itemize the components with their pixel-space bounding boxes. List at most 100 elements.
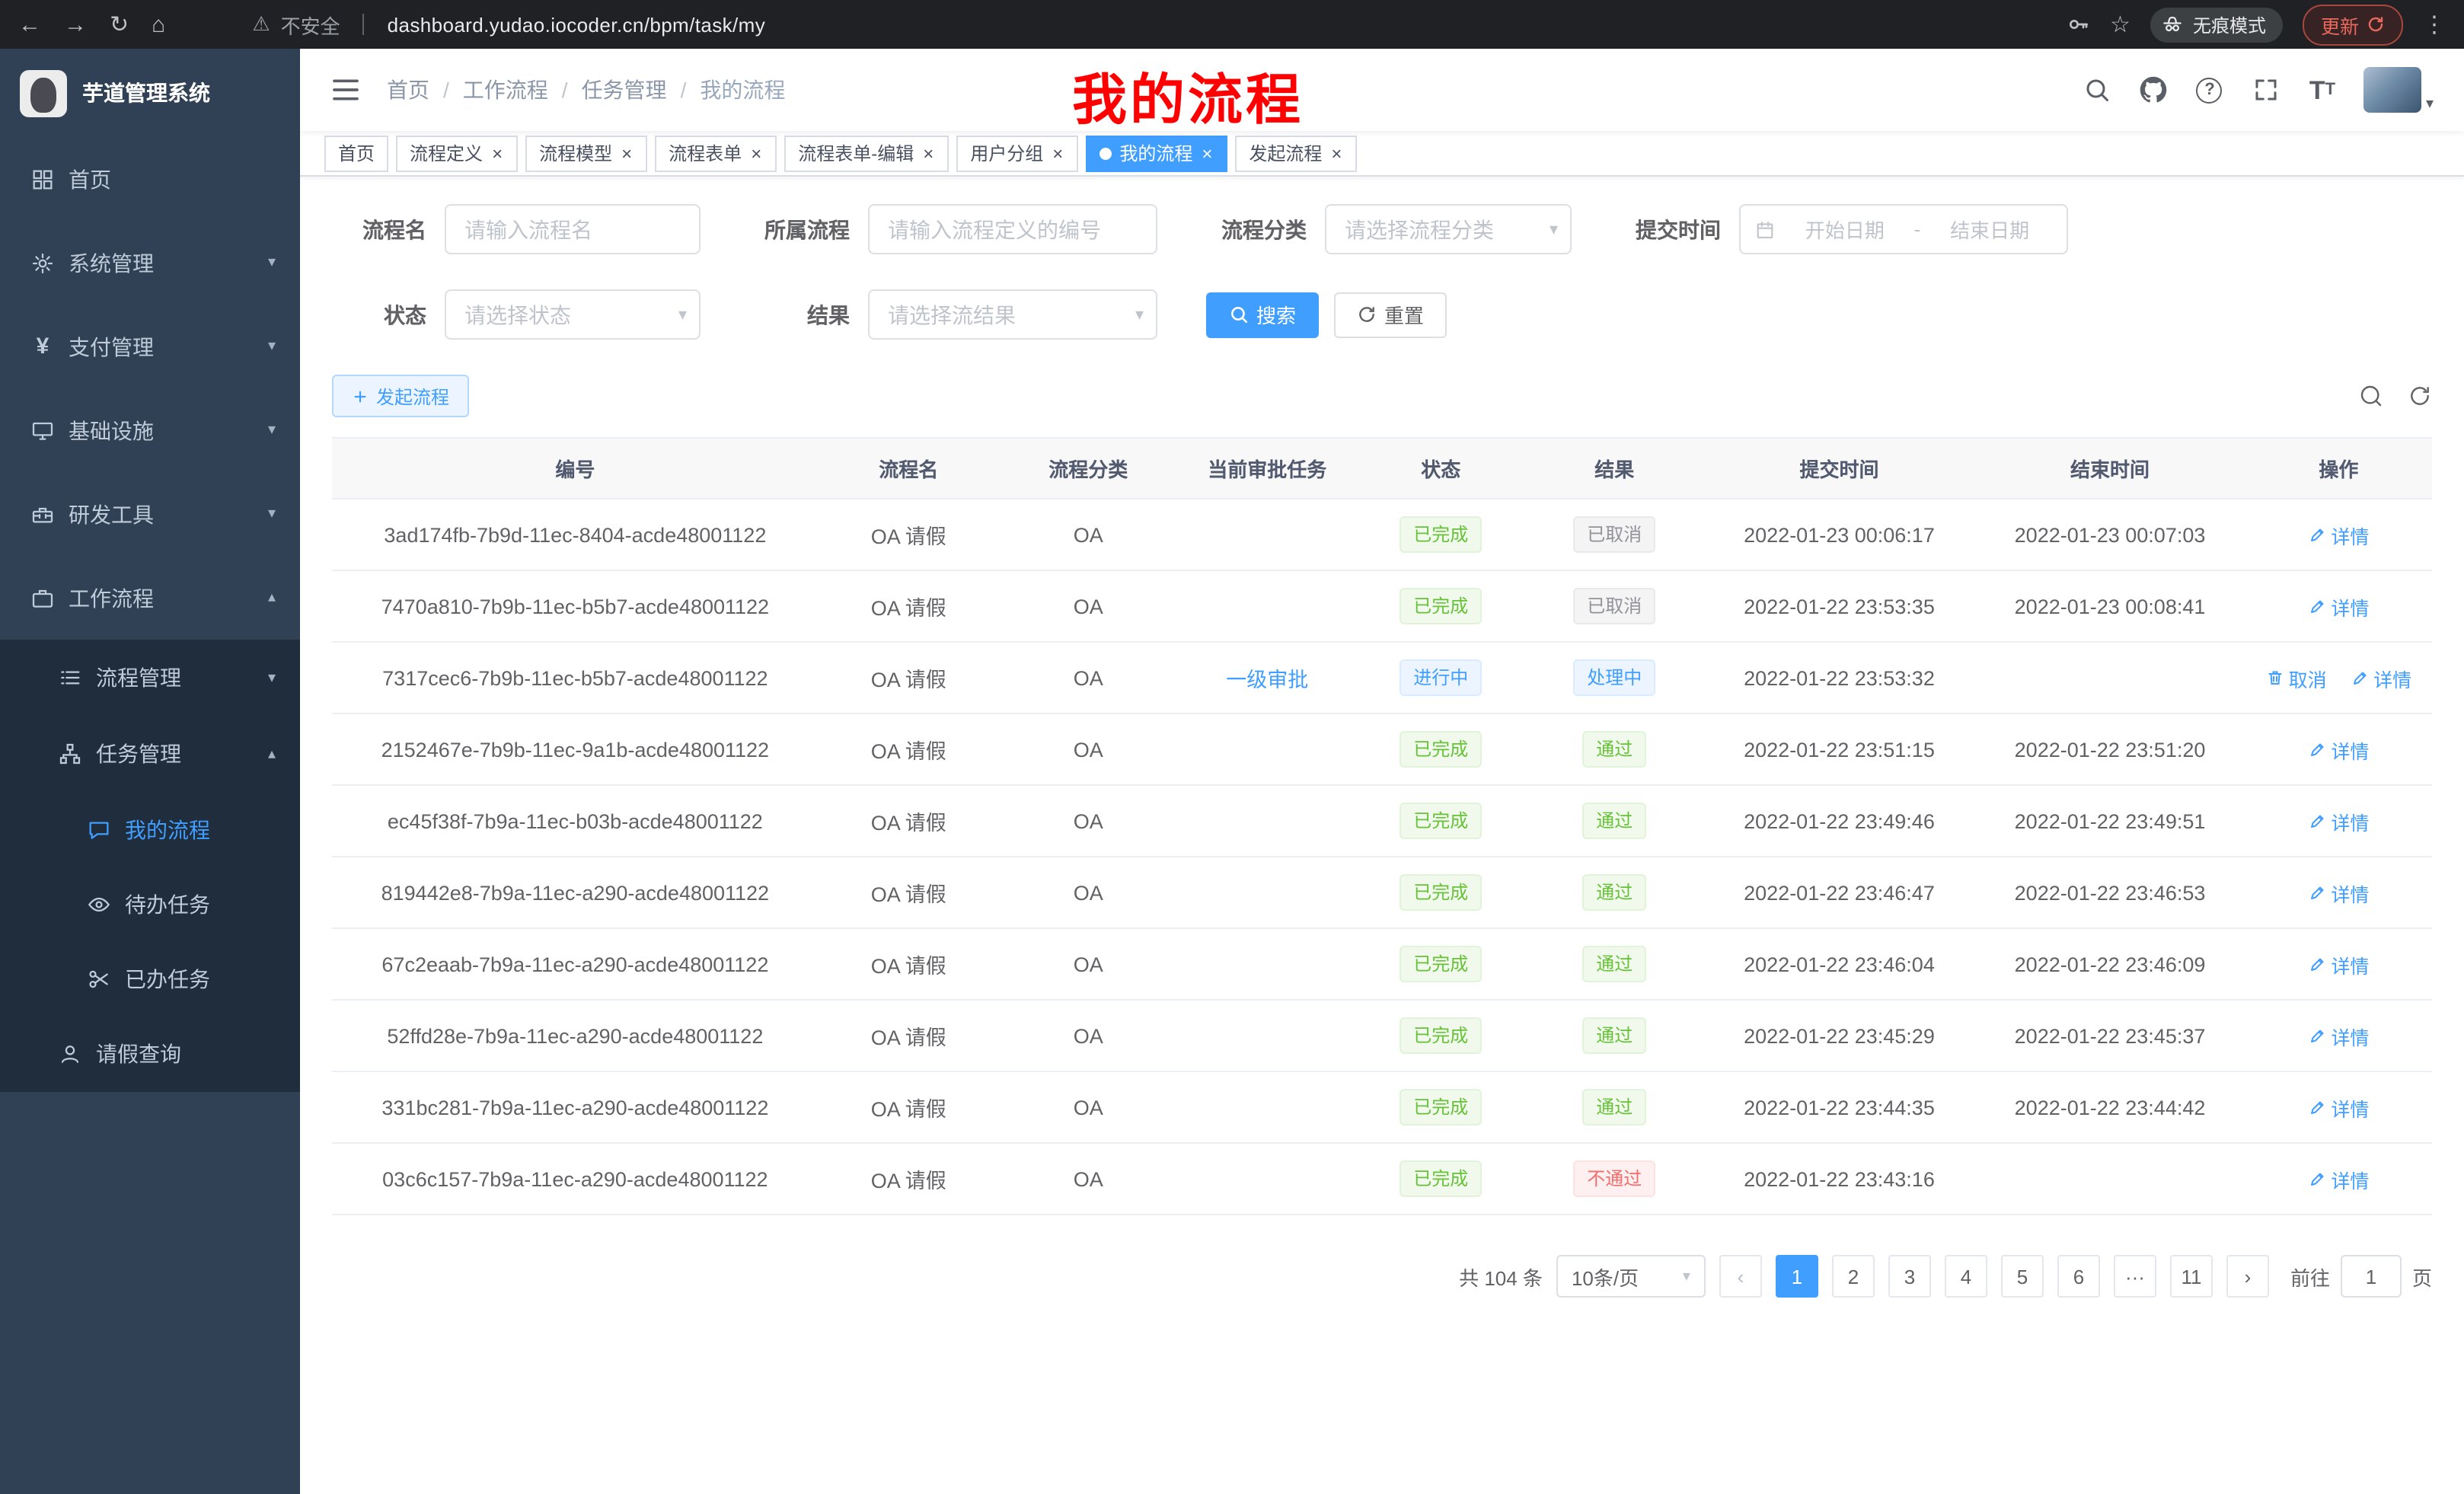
page-button[interactable]: 5 <box>2001 1255 2044 1298</box>
sidebar-item-workflow[interactable]: 工作流程 ▴ <box>0 556 300 640</box>
detail-link[interactable]: 详情 <box>2308 1093 2369 1122</box>
close-icon[interactable]: × <box>1329 142 1343 164</box>
view-tab[interactable]: 流程定义 × <box>396 135 518 171</box>
user-avatar[interactable]: ▾ <box>2363 67 2434 113</box>
page-button[interactable]: 11 <box>2170 1255 2213 1298</box>
detail-link[interactable]: 详情 <box>2308 1021 2369 1050</box>
sidebar-item-label: 待办任务 <box>125 889 210 919</box>
sidebar-item-task-mgmt[interactable]: 任务管理 ▴ <box>0 716 300 792</box>
prev-page-button[interactable]: ‹ <box>1719 1255 1762 1298</box>
breadcrumb-item[interactable]: 首页 <box>387 75 429 105</box>
process-name-input[interactable] <box>445 204 701 254</box>
sidebar-item-dev-tools[interactable]: 研发工具 ▾ <box>0 472 300 556</box>
page-button[interactable]: ··· <box>2114 1255 2156 1298</box>
address-bar[interactable]: dashboard.yudao.iocoder.cn/bpm/task/my <box>388 13 766 36</box>
close-icon[interactable]: × <box>1051 142 1064 164</box>
close-icon[interactable]: × <box>921 142 935 164</box>
detail-link[interactable]: 详情 <box>2308 950 2369 978</box>
forward-icon[interactable]: → <box>64 13 87 36</box>
home-icon[interactable]: ⌂ <box>152 13 165 36</box>
browser-menu-icon[interactable]: ⋮ <box>2423 11 2446 38</box>
browser-chrome-left: ← → ↻ ⌂ ⚠ 不安全 dashboard.yudao.iocoder.cn… <box>18 10 2066 39</box>
date-end-placeholder[interactable]: 结束日期 <box>1926 215 2053 244</box>
font-size-icon[interactable]: TT <box>2307 75 2338 105</box>
key-icon[interactable] <box>2066 12 2090 37</box>
page-size-select[interactable]: 10条/页 ▾ <box>1556 1255 1706 1298</box>
cell-id: 52ffd28e-7b9a-11ec-a290-acde48001122 <box>332 1000 819 1071</box>
close-icon[interactable]: × <box>749 142 763 164</box>
sidebar-item-done-tasks[interactable]: 已办任务 <box>0 941 300 1016</box>
bookmark-star-icon[interactable]: ☆ <box>2110 13 2130 36</box>
current-task-link[interactable]: 一级审批 <box>1226 669 1308 691</box>
parent-process-input[interactable] <box>868 204 1157 254</box>
page-buttons: 123456 ··· 11 <box>1776 1255 2213 1298</box>
search-icon[interactable] <box>2082 75 2112 105</box>
breadcrumb-item[interactable]: 任务管理 <box>582 75 667 105</box>
cancel-link[interactable]: 取消 <box>2266 663 2327 692</box>
update-button[interactable]: 更新 <box>2303 4 2403 45</box>
view-tab[interactable]: 我的流程 × <box>1086 135 1227 171</box>
view-tab[interactable]: 用户分组 × <box>956 135 1078 171</box>
view-tab[interactable]: 流程模型 × <box>525 135 647 171</box>
cell-submit-time: 2022-01-22 23:46:04 <box>1704 928 1975 1000</box>
close-icon[interactable]: × <box>490 142 504 164</box>
sidebar-item-infra[interactable]: 基础设施 ▾ <box>0 388 300 472</box>
sidebar-item-leave-query[interactable]: 请假查询 <box>0 1016 300 1092</box>
reload-icon[interactable]: ↻ <box>110 13 129 36</box>
column-header: 状态 <box>1357 438 1525 499</box>
close-icon[interactable]: × <box>620 142 634 164</box>
refresh-icon[interactable] <box>2408 384 2432 408</box>
page-button[interactable]: 1 <box>1776 1255 1818 1298</box>
goto-page-input[interactable] <box>2341 1255 2402 1298</box>
date-range-picker[interactable]: 开始日期 - 结束日期 <box>1739 204 2068 254</box>
detail-link[interactable]: 详情 <box>2308 806 2369 835</box>
page-button[interactable]: 2 <box>1832 1255 1875 1298</box>
detail-link[interactable]: 详情 <box>2308 1164 2369 1193</box>
result-badge: 通过 <box>1582 1017 1646 1054</box>
github-icon[interactable] <box>2138 75 2169 105</box>
sidebar-item-home[interactable]: 首页 <box>0 137 300 221</box>
detail-link[interactable]: 详情 <box>2351 663 2411 692</box>
page-button[interactable]: 4 <box>1945 1255 1987 1298</box>
fullscreen-icon[interactable] <box>2251 75 2281 105</box>
security-label[interactable]: 不安全 <box>281 10 340 39</box>
search-toggle-icon[interactable] <box>2359 384 2383 408</box>
view-tab[interactable]: 流程表单-编辑 × <box>784 135 949 171</box>
tab-label: 用户分组 <box>970 140 1043 166</box>
sidebar-item-process-mgmt[interactable]: 流程管理 ▾ <box>0 640 300 716</box>
create-process-button[interactable]: 发起流程 <box>332 375 469 417</box>
category-select[interactable] <box>1325 204 1572 254</box>
detail-link[interactable]: 详情 <box>2308 735 2369 764</box>
breadcrumb-item[interactable]: 工作流程 <box>463 75 548 105</box>
reset-button[interactable]: 重置 <box>1334 292 1447 337</box>
sidebar-item-system[interactable]: 系统管理 ▾ <box>0 221 300 305</box>
status-badge: 已完成 <box>1400 1017 1482 1054</box>
status-select[interactable] <box>445 289 701 340</box>
close-icon[interactable]: × <box>1200 142 1214 164</box>
back-icon[interactable]: ← <box>18 13 41 36</box>
detail-link[interactable]: 详情 <box>2308 520 2369 549</box>
detail-link[interactable]: 详情 <box>2308 878 2369 907</box>
help-icon[interactable]: ? <box>2194 75 2225 105</box>
search-button[interactable]: 搜索 <box>1206 292 1319 337</box>
detail-link[interactable]: 详情 <box>2308 592 2369 621</box>
hamburger-icon[interactable] <box>330 75 361 105</box>
page-button[interactable]: 3 <box>1888 1255 1931 1298</box>
sidebar-item-payment[interactable]: ¥ 支付管理 ▾ <box>0 305 300 388</box>
process-table: 编号流程名流程分类当前审批任务状态结果提交时间结束时间操作 3ad174fb-7… <box>332 437 2432 1215</box>
sidebar-item-label: 我的流程 <box>125 814 210 844</box>
result-select[interactable] <box>868 289 1157 340</box>
date-start-placeholder[interactable]: 开始日期 <box>1782 215 1908 244</box>
table-tools <box>2359 384 2432 408</box>
logo[interactable]: 芋道管理系统 <box>0 49 300 137</box>
monitor-icon <box>30 418 55 442</box>
view-tab[interactable]: 发起流程 × <box>1235 135 1357 171</box>
view-tab[interactable]: 流程表单 × <box>655 135 777 171</box>
page-button[interactable]: 6 <box>2057 1255 2100 1298</box>
sidebar-item-my-process[interactable]: 我的流程 <box>0 792 300 867</box>
cell-id: 7317cec6-7b9b-11ec-b5b7-acde48001122 <box>332 642 819 713</box>
next-page-button[interactable]: › <box>2226 1255 2269 1298</box>
sidebar-item-label: 流程管理 <box>96 662 181 693</box>
view-tab[interactable]: 首页 <box>324 135 388 171</box>
sidebar-item-todo-tasks[interactable]: 待办任务 <box>0 867 300 941</box>
